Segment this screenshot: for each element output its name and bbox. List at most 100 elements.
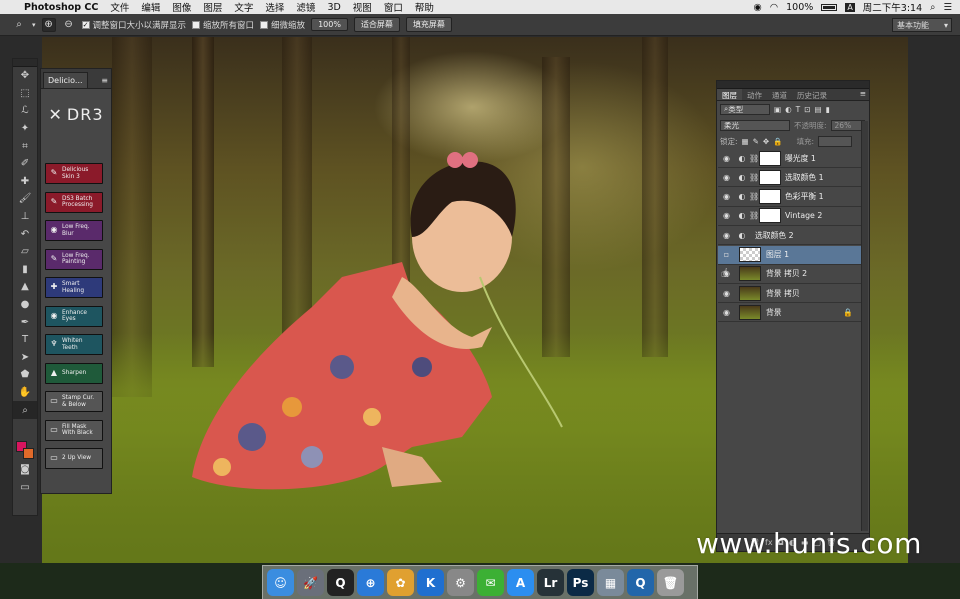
screen-mode-icon[interactable]: ▭: [13, 479, 37, 497]
retouch-button[interactable]: ◉ Low Freq. Blur: [45, 220, 103, 241]
retouch-button[interactable]: ▭ Fill Mask With Black: [45, 419, 103, 441]
filter-pixel-icon[interactable]: ▣: [774, 105, 781, 114]
battery-icon[interactable]: [821, 3, 838, 11]
layers-scrollbar[interactable]: [861, 121, 868, 531]
retouch-button[interactable]: ▭ Stamp Cur. & Below: [45, 391, 103, 412]
history-brush-tool-icon[interactable]: ↶: [13, 225, 37, 243]
dock-safari-icon[interactable]: ⊕: [357, 569, 384, 596]
layer-row[interactable]: ◉ ◐ ⛓ 选取颜色 1: [718, 168, 861, 188]
crop-tool-icon[interactable]: ⌗: [13, 137, 37, 155]
layer-row[interactable]: ◉ ◐ ⛓ 色彩平衡 1: [718, 188, 861, 207]
lock-transparent-icon[interactable]: ▦: [742, 137, 749, 146]
wifi-icon[interactable]: ◠: [770, 2, 778, 13]
retouch-button[interactable]: ♆ Whiten Teeth: [45, 334, 103, 355]
spotlight-icon[interactable]: ⌕: [930, 2, 935, 13]
layer-row[interactable]: ◉ ◐ ⛓ 曝光度 1: [718, 149, 861, 168]
hand-tool-icon[interactable]: ✋: [13, 384, 37, 402]
panel-header[interactable]: [717, 81, 869, 89]
filter-type-icon[interactable]: T: [796, 105, 801, 114]
filter-adjust-icon[interactable]: ◐: [785, 105, 792, 114]
background-color-swatch[interactable]: [23, 448, 34, 459]
visibility-off-icon[interactable]: ▫: [718, 250, 735, 259]
eyedropper-tool-icon[interactable]: ✐: [13, 155, 37, 173]
opacity-field[interactable]: 26%: [830, 119, 865, 131]
dock-quicktime-icon[interactable]: Q: [627, 569, 654, 596]
filter-toggle-icon[interactable]: ▮: [826, 105, 830, 114]
eye-icon[interactable]: ◉: [718, 231, 735, 240]
eraser-tool-icon[interactable]: ▱: [13, 243, 37, 261]
layer-thumbnail[interactable]: [739, 285, 761, 301]
notification-icon[interactable]: ☰: [943, 2, 952, 13]
menu-help[interactable]: 帮助: [415, 0, 434, 14]
dock-photoshop-icon[interactable]: Ps: [567, 569, 594, 596]
menu-file[interactable]: 文件: [110, 0, 129, 14]
path-selection-tool-icon[interactable]: ➤: [13, 349, 37, 367]
layer-row[interactable]: ◉ 背景 拷贝 2: [718, 265, 861, 284]
layer-row[interactable]: ◉ ◐ ⛓ Vintage 2: [718, 207, 861, 226]
menu-filter[interactable]: 滤镜: [296, 0, 315, 14]
magic-wand-tool-icon[interactable]: ✦: [13, 120, 37, 138]
fit-screen-button[interactable]: 适合屏幕: [353, 17, 400, 32]
eye-icon[interactable]: ◉: [718, 289, 735, 298]
brush-tool-icon[interactable]: 🖌: [13, 190, 37, 208]
type-tool-icon[interactable]: T: [13, 331, 37, 349]
filter-smart-icon[interactable]: ▤: [815, 105, 822, 114]
dock-kuaiyong-icon[interactable]: K: [417, 569, 444, 596]
marquee-tool-icon[interactable]: ⬚: [13, 85, 37, 103]
gradient-tool-icon[interactable]: ▮: [13, 261, 37, 279]
quick-mask-icon[interactable]: ◙: [13, 461, 37, 479]
preset-dropdown-arrow-icon[interactable]: ▾: [32, 21, 36, 29]
menu-select[interactable]: 选择: [265, 0, 284, 14]
resize-windows-checkbox[interactable]: ✓ 调整窗口大小以满屏显示: [81, 19, 186, 31]
dock-lightroom-icon[interactable]: Lr: [537, 569, 564, 596]
blend-mode-dropdown[interactable]: 柔光: [720, 119, 790, 131]
retouch-button[interactable]: ✚ Smart Healing: [45, 277, 103, 298]
panel-menu-icon[interactable]: ≡: [101, 76, 108, 85]
menu-type[interactable]: 文字: [234, 0, 253, 14]
lasso-tool-icon[interactable]: ℒ: [13, 102, 37, 120]
dock-wechat-icon[interactable]: ✉: [477, 569, 504, 596]
menu-image[interactable]: 图像: [172, 0, 191, 14]
tab-layers[interactable]: 图层: [717, 89, 742, 100]
dock-trash-icon[interactable]: 🗑: [657, 569, 684, 596]
dock-app-store-icon[interactable]: A: [507, 569, 534, 596]
tab-channels[interactable]: 通道: [767, 89, 792, 100]
dock-qq-icon[interactable]: Q: [327, 569, 354, 596]
eye-icon[interactable]: ◉: [718, 211, 735, 220]
eye-icon[interactable]: ◉: [718, 192, 735, 201]
workspace-dropdown[interactable]: 基本功能 ▾: [892, 18, 952, 32]
menu-layer[interactable]: 图层: [203, 0, 222, 14]
zoom-all-checkbox[interactable]: 缩放所有窗口: [192, 19, 254, 31]
dock-system-prefs-icon[interactable]: ⚙: [447, 569, 474, 596]
eye-icon[interactable]: ◉: [718, 173, 735, 182]
move-tool-icon[interactable]: ✥: [13, 67, 37, 85]
lock-all-icon[interactable]: 🔒: [773, 137, 782, 146]
fill-field[interactable]: [818, 135, 853, 147]
panel-menu-icon[interactable]: ≡: [860, 89, 869, 100]
lock-position-icon[interactable]: ✥: [763, 137, 769, 146]
dock-finder-icon[interactable]: ☺: [267, 569, 294, 596]
fill-screen-button[interactable]: 填充屏幕: [405, 17, 452, 32]
dock-preview-icon[interactable]: ▦: [597, 569, 624, 596]
filter-shape-icon[interactable]: ⊡: [804, 105, 810, 114]
dock-launchpad-icon[interactable]: 🚀: [297, 569, 324, 596]
record-icon[interactable]: ◉: [754, 2, 762, 13]
layer-mask-thumbnail[interactable]: [759, 189, 781, 205]
eye-icon[interactable]: ◉: [718, 154, 735, 163]
layer-thumbnail[interactable]: [739, 247, 761, 262]
menu-3d[interactable]: 3D: [327, 2, 340, 13]
shape-tool-icon[interactable]: ⬟: [13, 366, 37, 384]
layer-thumbnail[interactable]: [739, 304, 761, 320]
zoom-100-button[interactable]: 100%: [311, 18, 348, 31]
layer-thumbnail[interactable]: [739, 266, 761, 282]
input-method-icon[interactable]: A: [845, 2, 855, 12]
eye-icon[interactable]: ◉: [718, 308, 735, 317]
layer-row[interactable]: ◉ 背景 拷贝: [718, 284, 861, 304]
tab-actions[interactable]: 动作: [742, 89, 767, 100]
menu-window[interactable]: 窗口: [384, 0, 403, 14]
layer-row[interactable]: ▫ 图层 1: [718, 245, 861, 265]
tab-delicious[interactable]: Delicio...: [43, 72, 88, 88]
clone-stamp-tool-icon[interactable]: ⊥: [13, 208, 37, 226]
layer-mask-thumbnail[interactable]: [759, 150, 781, 166]
menu-view[interactable]: 视图: [353, 0, 372, 14]
